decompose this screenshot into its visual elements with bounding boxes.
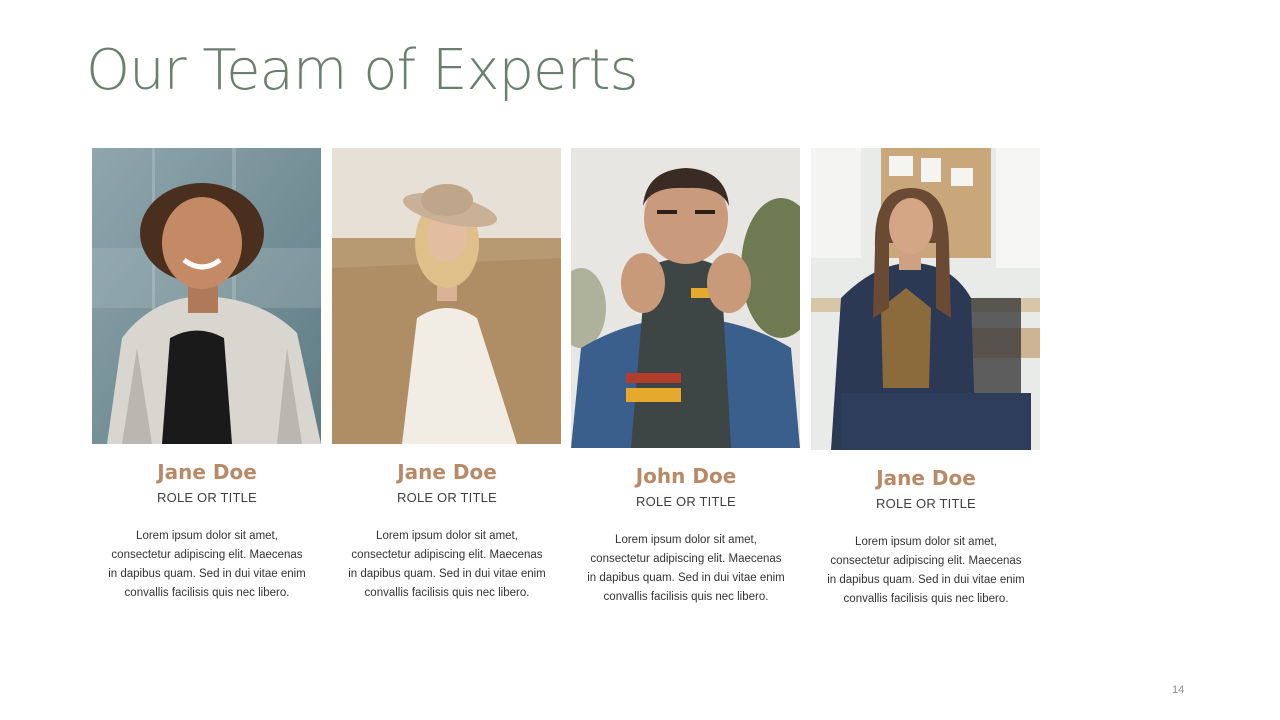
team-member-card: John Doe ROLE OR TITLE Lorem ipsum dolor… [571, 148, 801, 607]
page-number: 14 [1172, 684, 1185, 696]
team-member-bio: Lorem ipsum dolor sit amet, consectetur … [587, 534, 785, 603]
team-member-card: Jane Doe ROLE OR TITLE Lorem ipsum dolor… [92, 148, 322, 603]
team-member-role: ROLE OR TITLE [636, 494, 736, 509]
team-member-name: Jane Doe [876, 466, 976, 490]
team-member-name: Jane Doe [157, 460, 257, 484]
team-member-bio: Lorem ipsum dolor sit amet, consectetur … [108, 530, 306, 599]
team-member-photo [92, 148, 321, 444]
team-member-name: John Doe [635, 464, 737, 488]
slide-title: Our Team of Experts [86, 38, 639, 103]
team-member-role: ROLE OR TITLE [157, 490, 257, 505]
team-member-name: Jane Doe [397, 460, 497, 484]
team-member-card: Jane Doe ROLE OR TITLE Lorem ipsum dolor… [811, 148, 1041, 609]
team-member-bio: Lorem ipsum dolor sit amet, consectetur … [827, 536, 1025, 605]
team-member-role: ROLE OR TITLE [397, 490, 497, 505]
team-member-photo [571, 148, 800, 448]
team-member-bio: Lorem ipsum dolor sit amet, consectetur … [348, 530, 546, 599]
team-member-role: ROLE OR TITLE [876, 496, 976, 511]
team-member-photo [811, 148, 1040, 450]
team-member-photo [332, 148, 561, 444]
team-member-card: Jane Doe ROLE OR TITLE Lorem ipsum dolor… [332, 148, 562, 603]
slide: Our Team of Experts Jane Doe ROLE OR TIT… [0, 0, 1280, 720]
